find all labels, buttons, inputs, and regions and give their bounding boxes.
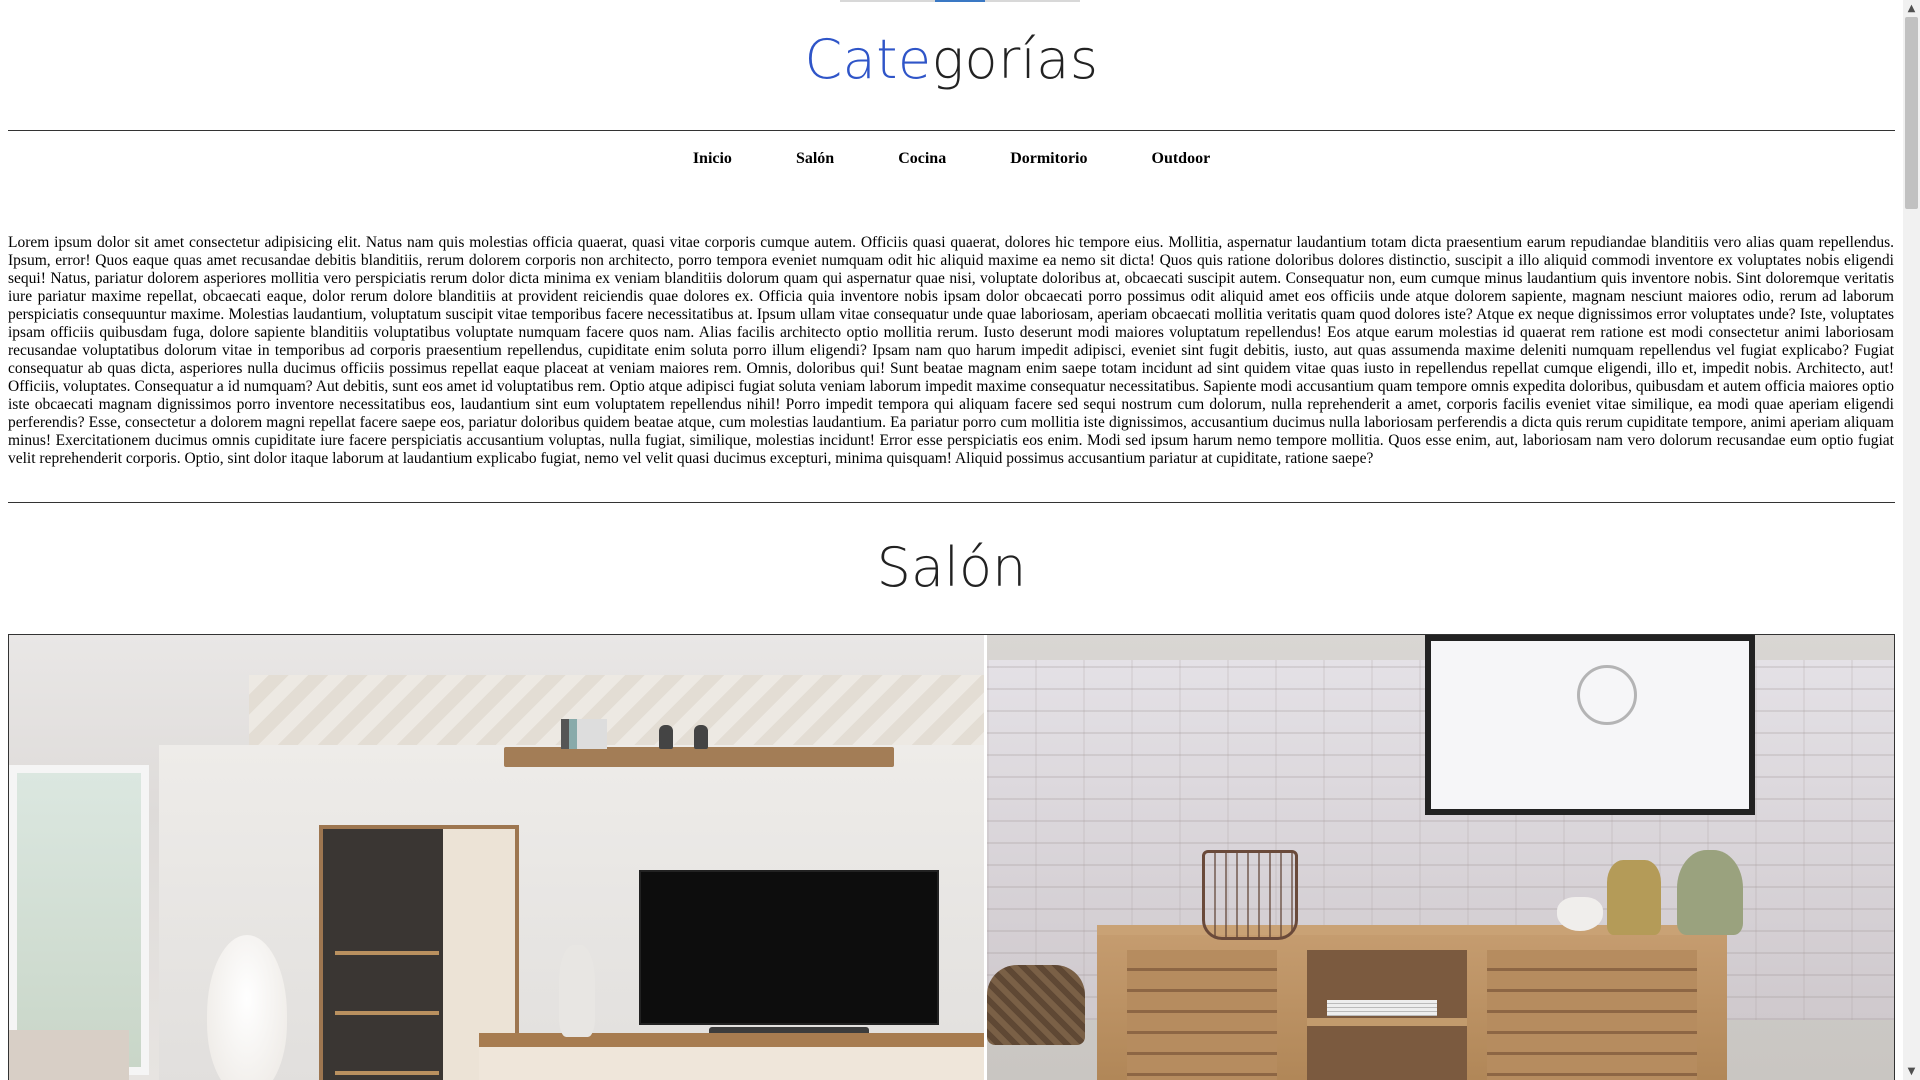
photo-wall-shelf — [504, 747, 894, 767]
nav-item-outdoor[interactable]: Outdoor — [1120, 150, 1243, 168]
photo-tv-console — [479, 1033, 984, 1080]
photo-green-jar — [1677, 850, 1743, 935]
divider-top — [8, 130, 1895, 131]
vertical-scrollbar[interactable]: ▲ ▼ — [1903, 0, 1920, 1080]
photo-amber-jar — [1607, 860, 1661, 935]
page-title-rest: gorías — [931, 28, 1099, 91]
photo-vase — [559, 945, 595, 1037]
page-title: Categorías — [8, 28, 1895, 91]
nav-item-cocina[interactable]: Cocina — [866, 150, 978, 168]
photo-sideboard-door-right — [1487, 950, 1697, 1080]
page-content: Categorías Inicio Salón Cocina Dormitori… — [8, 0, 1895, 1080]
photo-wire-lantern — [1202, 850, 1298, 940]
photo-wicker-basket — [987, 965, 1085, 1045]
page-title-wrap: Categorías — [8, 28, 1895, 91]
living-room-photo-1[interactable] — [9, 635, 987, 1080]
photo-sideboard-door-left — [1127, 950, 1277, 1080]
divider-middle — [8, 502, 1895, 503]
nav-item-dormitorio[interactable]: Dormitorio — [978, 150, 1119, 168]
photo-white-bowl — [1557, 897, 1603, 931]
photo-figurine — [659, 725, 673, 749]
section-title-salon: Salón — [876, 536, 1027, 599]
photo-window — [9, 765, 149, 1075]
photo-sofa — [9, 1030, 129, 1080]
scroll-up-icon[interactable]: ▲ — [1903, 0, 1920, 17]
photo-wall-frame — [1425, 635, 1755, 815]
photo-frame-art — [1577, 665, 1637, 725]
photo-magazines — [1327, 1000, 1437, 1016]
scrollbar-thumb[interactable] — [1905, 17, 1918, 209]
section-heading-wrap: Salón — [8, 536, 1895, 599]
nav-item-salon[interactable]: Salón — [764, 150, 866, 168]
photo-books — [561, 719, 607, 749]
photo-figurine — [694, 725, 708, 749]
photo-ceiling-panel — [249, 675, 984, 745]
page-title-accent: Cate — [804, 28, 932, 91]
photo-television — [639, 870, 939, 1025]
intro-paragraph: Lorem ipsum dolor sit amet consectetur a… — [8, 234, 1894, 467]
category-nav: Inicio Salón Cocina Dormitorio Outdoor — [8, 150, 1895, 168]
photo-cabinet-shelves — [335, 895, 439, 1075]
photo-sideboard-shelf-board — [1307, 1018, 1467, 1026]
salon-gallery — [8, 634, 1895, 1080]
nav-item-inicio[interactable]: Inicio — [661, 150, 764, 168]
scroll-down-icon[interactable]: ▼ — [1903, 1063, 1920, 1080]
living-room-photo-2[interactable] — [987, 635, 1894, 1080]
